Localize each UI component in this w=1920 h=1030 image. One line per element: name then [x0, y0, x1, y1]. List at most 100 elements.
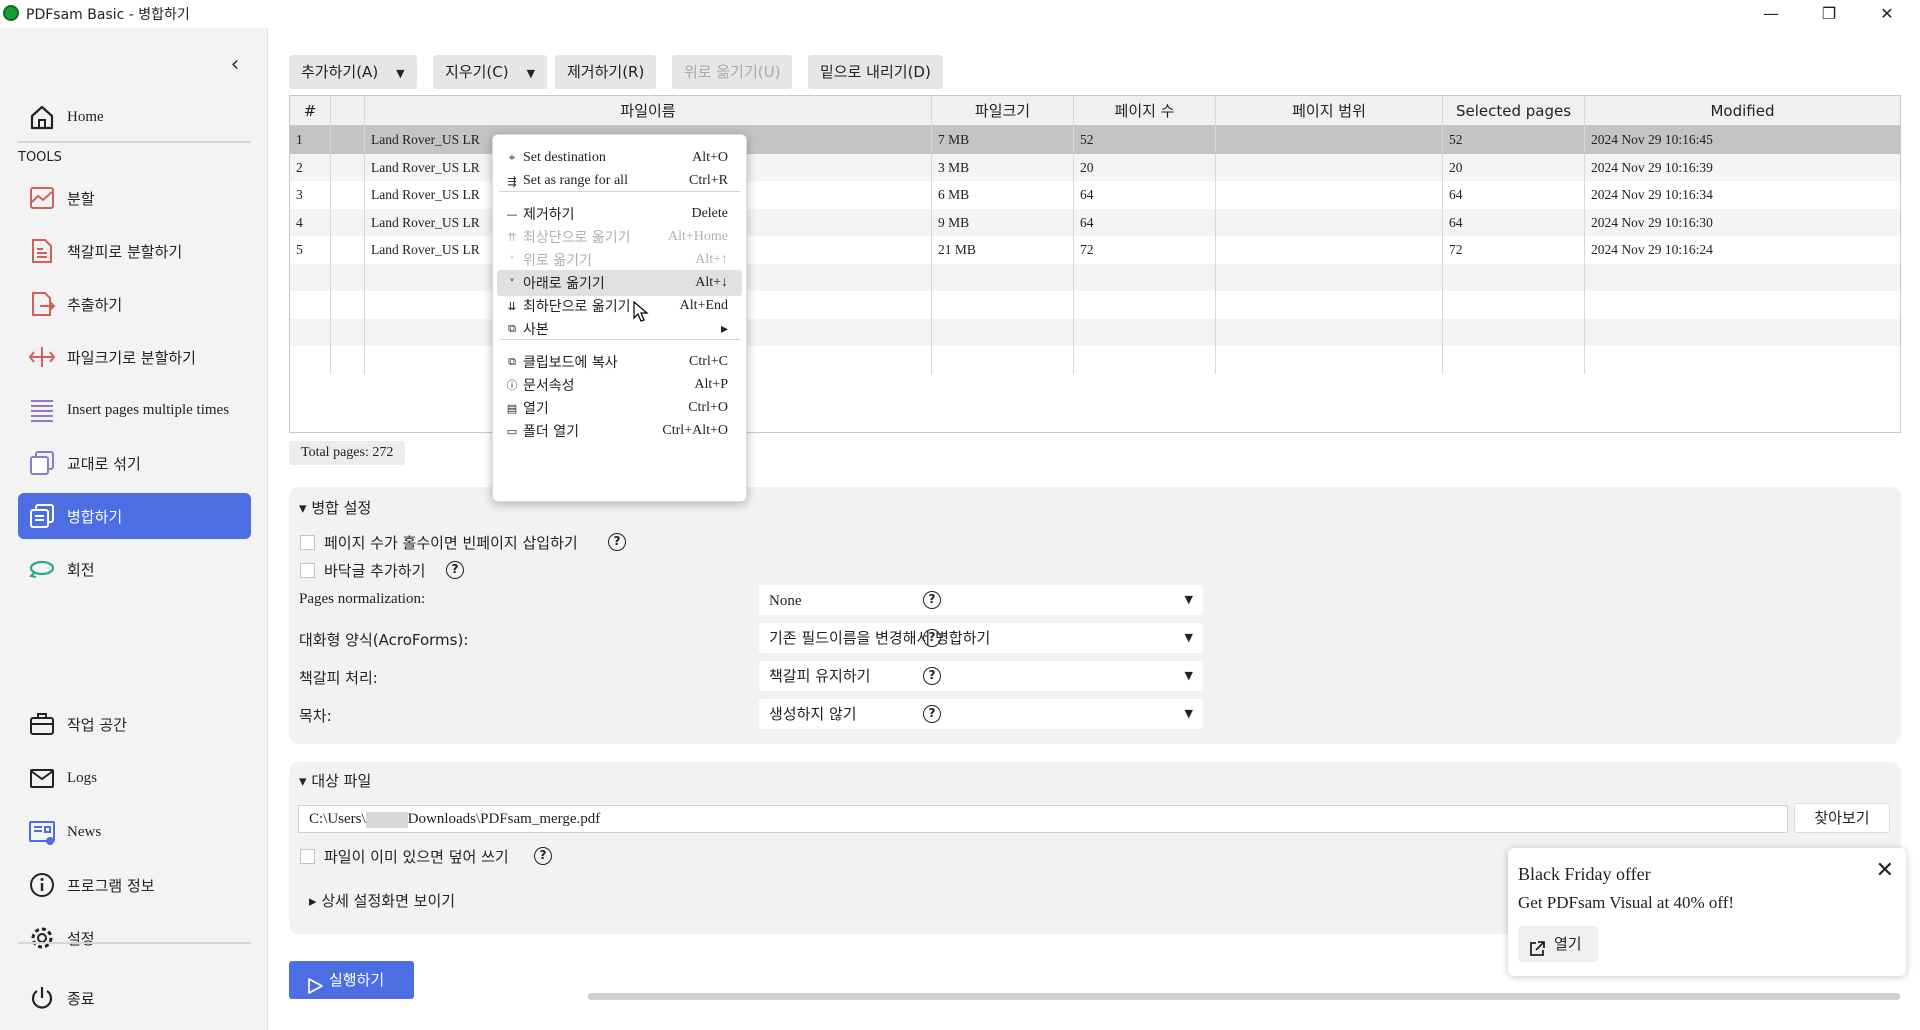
- horizontal-scrollbar[interactable]: [588, 993, 1900, 1000]
- menu-item-label: 문서속성: [523, 378, 575, 394]
- menu-item-icon: ⌖: [508, 151, 516, 164]
- column-header[interactable]: 페이지 범위: [1216, 96, 1443, 125]
- column-header[interactable]: 파일이름: [365, 96, 932, 125]
- menu-item-shortcut: Ctrl+R: [688, 173, 728, 188]
- merge-settings-toggle[interactable]: ▾ 병합 설정: [299, 497, 371, 518]
- split-size-icon: [27, 342, 57, 372]
- help-icon[interactable]: ?: [923, 591, 941, 609]
- sidebar-item-news[interactable]: News: [18, 809, 251, 855]
- menu-item-icon: ▤: [506, 401, 518, 415]
- bookmarks-select[interactable]: 책갈피 유지하기 ▼: [759, 661, 1203, 691]
- popup-open-button[interactable]: 열기: [1518, 926, 1598, 962]
- column-header[interactable]: [331, 96, 365, 125]
- table-cell: [1443, 263, 1585, 291]
- help-icon[interactable]: ?: [608, 533, 626, 551]
- column-header[interactable]: #: [290, 96, 331, 125]
- run-button[interactable]: 실행하기: [289, 961, 414, 999]
- app-logo-icon: [3, 5, 19, 21]
- help-icon[interactable]: ?: [446, 561, 464, 579]
- context-menu-item[interactable]: ▭ 폴더 열기 Ctrl+Alt+O: [497, 418, 742, 444]
- close-icon[interactable]: ✕: [1876, 858, 1894, 883]
- popup-text: Get PDFsam Visual at 40% off!: [1518, 893, 1735, 912]
- extract-icon: [27, 289, 57, 319]
- menu-item-label: 열기: [523, 401, 549, 417]
- advanced-settings-toggle[interactable]: ▸ 상세 설정화면 보이기: [309, 890, 455, 911]
- rotate-icon: [27, 554, 57, 584]
- column-header[interactable]: 파일크기: [932, 96, 1074, 125]
- table-cell: 52: [1443, 126, 1585, 154]
- column-header[interactable]: Modified: [1585, 96, 1900, 125]
- table-cell: [331, 126, 365, 154]
- menu-item-icon: ⇊: [507, 299, 517, 313]
- external-link-icon: [1528, 935, 1546, 971]
- table-header: # 파일이름 파일크기 페이지 수 페이지 범위 Selected pages …: [290, 96, 1900, 126]
- sidebar-item-split-bookmarks[interactable]: 책갈피로 분할하기: [18, 228, 251, 274]
- sidebar-item-insert-pages[interactable]: Insert pages multiple times: [18, 387, 251, 433]
- sidebar-item-settings[interactable]: 설정: [18, 915, 251, 961]
- clear-button[interactable]: 지우기(C) ▼: [433, 55, 548, 89]
- sidebar-item-workspace[interactable]: 작업 공간: [18, 701, 251, 747]
- table-cell: [290, 346, 331, 374]
- menu-item-label: 클립보드에 복사: [523, 355, 618, 371]
- table-cell: [290, 318, 331, 346]
- help-icon[interactable]: ?: [923, 705, 941, 723]
- destination-path-input[interactable]: C:\Users\ Downloads\PDFsam_merge.pdf: [298, 805, 1788, 833]
- sidebar-item-merge[interactable]: 병합하기: [18, 493, 251, 539]
- sidebar-item-about[interactable]: 프로그램 정보: [18, 862, 251, 908]
- acroforms-label: 대화형 양식(AcroForms):: [299, 631, 469, 649]
- divider: [18, 942, 251, 944]
- maximize-button[interactable]: ❐: [1806, 2, 1852, 26]
- news-icon: [27, 817, 57, 847]
- sidebar-item-split[interactable]: 분할: [18, 175, 251, 221]
- table-cell: 9 MB: [932, 208, 1074, 236]
- add-button[interactable]: 추가하기(A) ▼: [289, 55, 417, 89]
- table-cell: [1074, 263, 1216, 291]
- overwrite-checkbox[interactable]: [300, 849, 315, 864]
- table-cell: [1216, 153, 1443, 181]
- sidebar-item-label: 작업 공간: [67, 715, 127, 734]
- sidebar-item-home[interactable]: Home: [18, 94, 251, 140]
- help-icon[interactable]: ?: [534, 847, 552, 865]
- chevron-down-icon: ▼: [1184, 593, 1193, 606]
- sidebar-item-exit[interactable]: 종료: [18, 975, 251, 1021]
- sidebar-item-label: Home: [67, 108, 104, 125]
- sidebar-item-rotate[interactable]: 회전: [18, 546, 251, 592]
- sidebar-item-split-size[interactable]: 파일크기로 분할하기: [18, 334, 251, 380]
- table-cell: 1: [290, 126, 331, 154]
- column-header[interactable]: 페이지 수: [1074, 96, 1216, 125]
- acroforms-select[interactable]: 기존 필드이름을 변경해서 병합하기 ▼: [759, 623, 1203, 653]
- table-cell: [331, 236, 365, 264]
- sidebar-item-alternate-mix[interactable]: 교대로 섞기: [18, 440, 251, 486]
- help-icon[interactable]: ?: [923, 629, 941, 647]
- normalization-select[interactable]: None ▼: [759, 585, 1203, 615]
- collapse-sidebar-button[interactable]: ‹: [222, 52, 248, 78]
- help-icon[interactable]: ?: [923, 667, 941, 685]
- table-cell: [1443, 318, 1585, 346]
- sidebar-item-logs[interactable]: Logs: [18, 755, 251, 801]
- sidebar-item-extract[interactable]: 추출하기: [18, 281, 251, 327]
- table-cell: 4: [290, 208, 331, 236]
- column-header[interactable]: Selected pages: [1443, 96, 1585, 125]
- home-icon: [27, 102, 57, 132]
- footer-checkbox[interactable]: [300, 563, 315, 578]
- toc-select[interactable]: 생성하지 않기 ▼: [759, 699, 1203, 729]
- table-cell: 72: [1074, 236, 1216, 264]
- chevron-down-icon: ▼: [396, 67, 405, 80]
- remove-button[interactable]: 제거하기(R): [555, 55, 657, 89]
- blank-page-checkbox[interactable]: [300, 535, 315, 550]
- destination-toggle[interactable]: ▾ 대상 파일: [299, 770, 371, 791]
- move-up-button[interactable]: 위로 옮기기(U): [672, 55, 793, 89]
- table-cell: 20: [1074, 153, 1216, 181]
- table-cell: [1216, 346, 1443, 374]
- sidebar-item-label: 프로그램 정보: [67, 876, 155, 895]
- move-down-button[interactable]: 밑으로 내리기(D): [808, 55, 943, 89]
- table-cell: 2024 Nov 29 10:16:39: [1591, 159, 1713, 175]
- minimize-button[interactable]: —: [1748, 2, 1794, 26]
- menu-item-icon: ˄: [509, 253, 515, 267]
- menu-item-label: 사본: [523, 322, 549, 338]
- table-cell: [290, 291, 331, 319]
- sidebar-item-label: 종료: [67, 989, 95, 1008]
- browse-button[interactable]: 찾아보기: [1794, 803, 1890, 833]
- close-window-button[interactable]: ✕: [1864, 2, 1910, 26]
- submenu-arrow-icon: ▸: [720, 321, 728, 337]
